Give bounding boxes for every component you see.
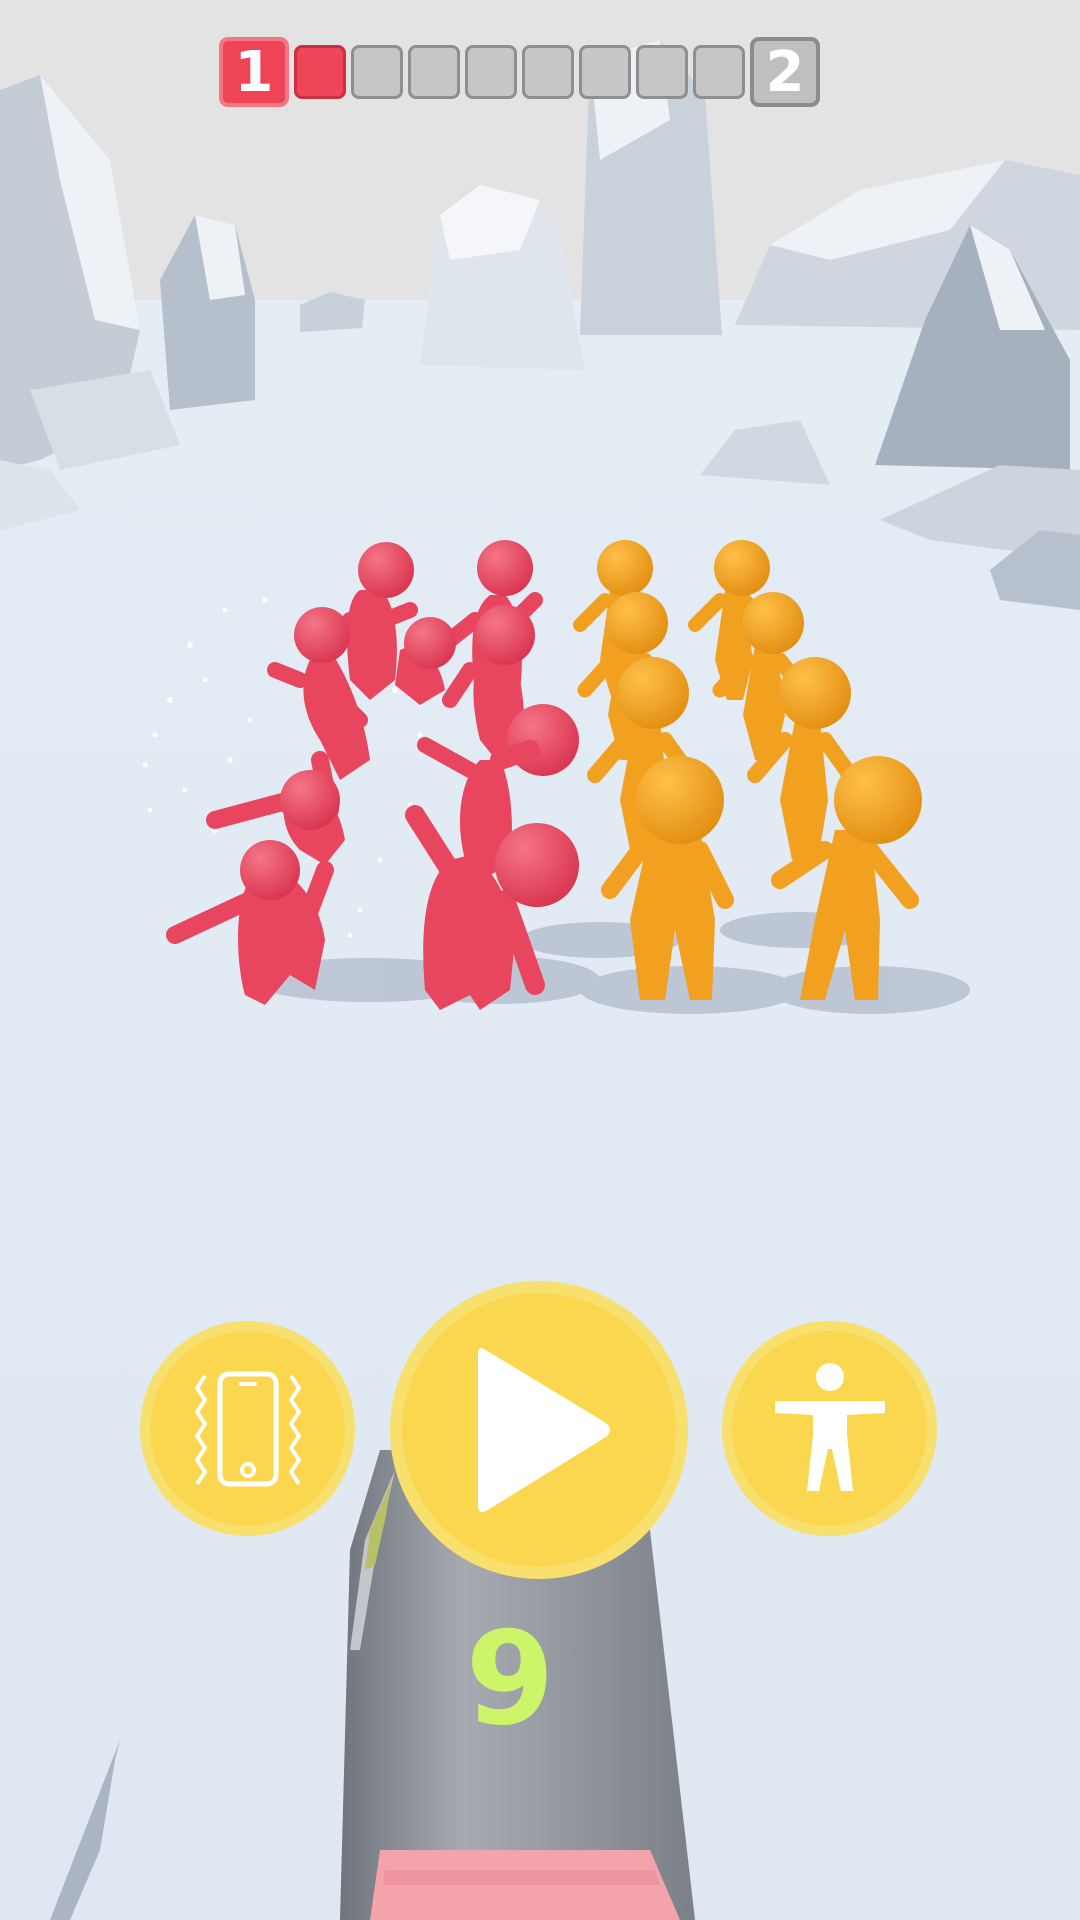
next-level-number: 2: [765, 39, 805, 105]
play-icon: [478, 1347, 610, 1513]
red-figure: [166, 840, 334, 1005]
stage-cell-pending: [522, 45, 574, 99]
play-button[interactable]: [390, 1281, 688, 1579]
person-figure-icon: [774, 1362, 885, 1491]
enemy-crowd: [166, 540, 579, 1010]
stage-cell-pending: [408, 45, 460, 99]
stage-cell-pending: [465, 45, 517, 99]
stage-cell-completed: [294, 45, 346, 99]
vibration-toggle-button[interactable]: [140, 1321, 355, 1536]
stage-cell-pending: [351, 45, 403, 99]
phone-vibration-icon: [194, 1371, 301, 1486]
stage-cell-pending: [579, 45, 631, 99]
rocks: [0, 40, 1080, 610]
stage-cell-pending: [636, 45, 688, 99]
ammo-count: 9: [465, 1605, 555, 1754]
character-button[interactable]: [722, 1321, 937, 1536]
current-level-number: 1: [234, 39, 274, 105]
stage-cells: [294, 45, 745, 99]
stage-cell-pending: [693, 45, 745, 99]
next-level-badge: 2: [750, 37, 820, 107]
game-scene: 1 2 9: [0, 0, 1080, 1920]
level-progress-bar: 1 2: [219, 36, 820, 108]
current-level-badge: 1: [219, 37, 289, 107]
